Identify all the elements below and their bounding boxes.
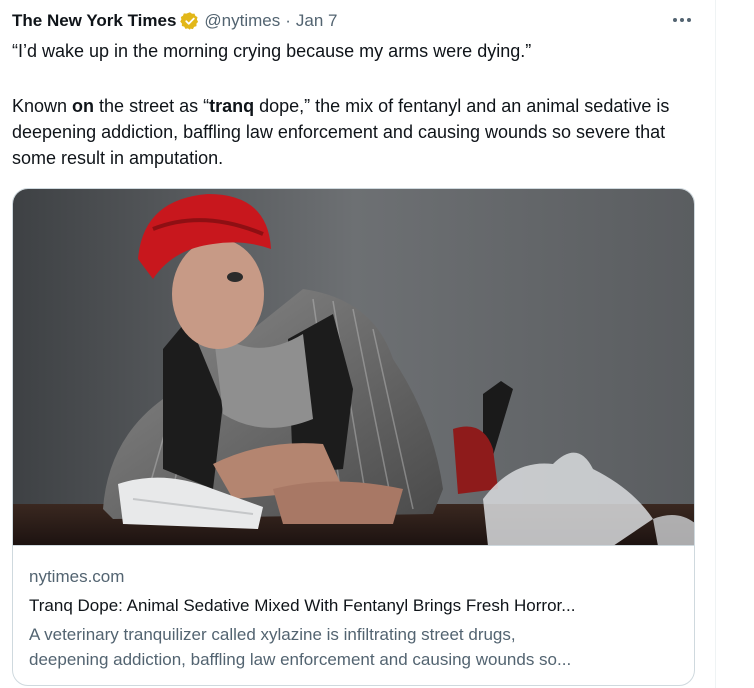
link-preview-card[interactable]: nytimes.com Tranq Dope: Animal Sedative … xyxy=(12,188,695,686)
verified-badge-icon xyxy=(180,11,200,31)
tweet-text-bold: on xyxy=(72,96,95,116)
tweet-text-line1: “I’d wake up in the morning crying becau… xyxy=(12,41,532,61)
tweet-text-bold: tranq xyxy=(209,96,255,116)
card-description: A veterinary tranquilizer called xylazin… xyxy=(29,622,679,672)
card-domain: nytimes.com xyxy=(29,567,125,586)
card-title[interactable]: Tranq Dope: Animal Sedative Mixed With F… xyxy=(29,594,679,618)
author-handle[interactable]: @nytimes xyxy=(204,11,280,31)
card-meta: nytimes.com Tranq Dope: Animal Sedative … xyxy=(29,565,679,672)
card-description-line: A veterinary tranquilizer called xylazin… xyxy=(29,625,516,644)
tweet-text-segment: the street as “ xyxy=(94,96,210,116)
tweet-header: The New York Times @nytimes · Jan 7 xyxy=(12,9,338,33)
tweet-text-paragraph: Known on the street as “tranq dope,” the… xyxy=(12,93,692,171)
card-description-line: deepening addiction, baffling law enforc… xyxy=(29,650,572,669)
author-name[interactable]: The New York Times xyxy=(12,11,176,31)
tweet[interactable]: The New York Times @nytimes · Jan 7 “I’d… xyxy=(0,0,716,688)
tweet-text-segment: Known xyxy=(12,96,73,116)
tweet-date[interactable]: Jan 7 xyxy=(296,11,338,31)
card-image[interactable] xyxy=(13,189,694,546)
separator-dot: · xyxy=(285,11,291,30)
more-options-icon[interactable] xyxy=(664,6,700,34)
